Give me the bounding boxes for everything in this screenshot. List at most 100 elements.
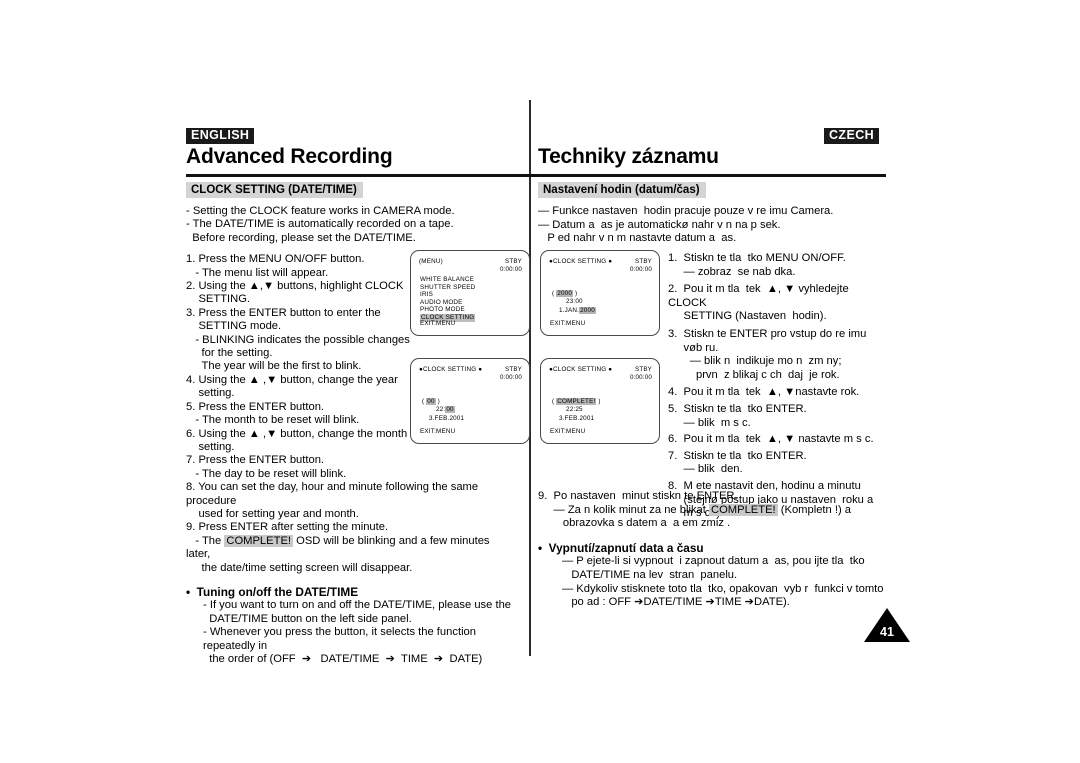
czech-step: 1. Stiskn te tla tko MENU ON/OFF.: [668, 252, 846, 264]
lcd-clock-row-field: ( 00 ): [422, 397, 464, 406]
czech-step: SETTING (Nastaven hodin).: [668, 310, 827, 323]
czech-bullet-line: — P ejete-li si vypnout i zapnout datum …: [562, 555, 865, 568]
lcd-clock-minute: 00: [445, 406, 455, 414]
english-section-heading: CLOCK SETTING (DATE/TIME): [186, 182, 363, 198]
lcd-clock-date-prefix: 1.JAN.: [559, 306, 580, 314]
lcd-menu-item[interactable]: SHUTTER SPEED: [420, 284, 475, 292]
czech-steps: 1. Stiskn te tla tko MENU ON/OFF. — zobr…: [668, 252, 884, 521]
lcd-clock-row-time: 23:00: [566, 298, 583, 306]
lcd-clock-blink-value: 00: [426, 397, 436, 405]
lcd-clock-row-time: 22:00: [422, 406, 464, 414]
czech-step: — blik den.: [668, 463, 743, 476]
lcd-clock-topbar: ●CLOCK SETTING ● STBY 0:00:00: [419, 366, 522, 384]
english-line: 7. Press the ENTER button.: [186, 454, 325, 467]
english-line: - The DATE/TIME is automatically recorde…: [186, 218, 454, 231]
lcd-clock-values: ( COMPLETE! ) 22:25 3.FEB.2001: [552, 397, 601, 423]
lcd-clock-year: 2000: [579, 306, 596, 314]
lcd-clock-row-date: 3.FEB.2001: [559, 414, 595, 422]
header-rule: [186, 174, 886, 177]
manual-page: ENGLISH CZECH Advanced Recording Technik…: [0, 0, 1080, 763]
language-tag-czech: CZECH: [824, 128, 880, 144]
lcd-exit-label: EXIT:MENU: [550, 427, 586, 435]
english-bullet-line: DATE/TIME button on the left side panel.: [203, 612, 412, 625]
czech-step: 4. Pou it m tla tek ▲, ▼nastavte rok.: [668, 386, 860, 399]
czech-step: vøb ru.: [668, 341, 719, 354]
lcd-menu-items: WHITE BALANCE SHUTTER SPEED IRIS AUDIO M…: [420, 276, 476, 322]
english-bullet-line: - If you want to turn on and off the DAT…: [203, 599, 512, 612]
lcd-clock-topbar: ●CLOCK SETTING ● STBY 0:00:00: [549, 366, 652, 384]
lcd-timecode: 0:00:00: [629, 265, 652, 273]
english-line: 8. You can set the day, hour and minute …: [186, 481, 482, 507]
lcd-clock-row-date: 3.FEB.2001: [429, 414, 465, 422]
czech-step: prvn z blikaj c ch daj je rok.: [668, 368, 840, 381]
czech-line: obrazovka s datem a a em zmiz .: [538, 517, 731, 530]
paren-close: ): [435, 397, 440, 405]
complete-prefix: — Za n kolik minut za ne blikat: [538, 503, 709, 516]
czech-bullet-heading: • Vypnutí/zapnutí data a času: [538, 540, 704, 555]
lcd-menu-item[interactable]: IRIS: [420, 291, 475, 299]
lcd-clock-setting-screen-cz-bottom: ●CLOCK SETTING ● STBY 0:00:00 ( COMPLETE…: [540, 358, 660, 444]
lcd-clock-hour: 22:: [436, 406, 446, 414]
lcd-exit-label: EXIT:MENU: [420, 427, 456, 435]
czech-step: 9. Po nastaven minut stiskn te ENTER.: [538, 490, 738, 502]
czech-line: — Datum a as je automatickø nahr v n na …: [538, 218, 781, 231]
english-line: - Setting the CLOCK feature works in CAM…: [186, 205, 455, 217]
paren-close: ): [596, 397, 601, 405]
lcd-clock-blink-value: 2000: [556, 289, 574, 297]
english-bullet-line: the order of (OFF ➔ DATE/TIME ➔ TIME ➔ D…: [203, 653, 483, 665]
lcd-timecode: 0:00:00: [499, 265, 522, 273]
czech-step: — blik n indikuje mo n zm ny;: [668, 355, 842, 368]
lcd-clock-topbar: ●CLOCK SETTING ● STBY 0:00:00: [549, 258, 652, 276]
czech-step: 5. Stiskn te tla tko ENTER.: [668, 402, 807, 415]
english-line: Before recording, please set the DATE/TI…: [186, 231, 416, 244]
lcd-clock-title: ●CLOCK SETTING ●: [419, 366, 483, 373]
lcd-clock-values: ( 00 ) 22:00 3.FEB.2001: [422, 397, 465, 423]
lcd-menu-item[interactable]: WHITE BALANCE: [420, 276, 475, 284]
lcd-clock-row-field: ( COMPLETE! ): [552, 397, 601, 406]
page-number: 41: [880, 625, 894, 639]
english-line: used for setting year and month.: [186, 507, 359, 520]
lcd-menu-item[interactable]: AUDIO MODE: [420, 299, 475, 307]
czech-intro: — Funkce nastaven hodin pracuje pouze v …: [538, 205, 884, 246]
lcd-clock-row-field: ( 2000 ): [552, 289, 596, 298]
czech-step: 3. Stiskn te ENTER pro vstup do re imu: [668, 327, 867, 340]
czech-line: — Funkce nastaven hodin pracuje pouze v …: [538, 205, 834, 217]
language-tag-english: ENGLISH: [186, 128, 255, 144]
czech-bullet-line: — Kdykoliv stisknete toto tla tko, opako…: [562, 582, 884, 595]
lcd-exit-label: EXIT:MENU: [550, 319, 586, 327]
czech-bullet-line: po ad : OFF ➔DATE/TIME ➔TIME ➔DATE).: [562, 596, 790, 609]
czech-step: — blik m s c.: [668, 416, 751, 429]
lcd-menu-item[interactable]: PHOTO MODE: [420, 306, 475, 314]
english-line: the date/time setting screen will disapp…: [186, 561, 413, 574]
czech-step: 7. Stiskn te tla tko ENTER.: [668, 449, 807, 462]
english-line: 9. Press ENTER after setting the minute.: [186, 521, 389, 534]
lcd-clock-setting-screen-cz-top: ●CLOCK SETTING ● STBY 0:00:00 ( 2000 ) 2…: [540, 250, 660, 336]
czech-step: 6. Pou it m tla tek ▲, ▼ nastavte m s c.: [668, 433, 874, 446]
lcd-menu-topbar: (MENU) STBY 0:00:00: [419, 258, 522, 276]
page-title-czech: Techniky záznamu: [538, 145, 719, 168]
lcd-timecode: 0:00:00: [499, 373, 522, 381]
lcd-menu-screen: (MENU) STBY 0:00:00 WHITE BALANCE SHUTTE…: [410, 250, 530, 336]
english-bullet-line: - Whenever you press the button, it sele…: [203, 626, 480, 652]
lcd-clock-title: ●CLOCK SETTING ●: [549, 258, 613, 265]
lcd-timecode: 0:00:00: [629, 373, 652, 381]
paren-close: ): [573, 289, 578, 297]
czech-section-heading: Nastavení hodin (datum/čas): [538, 182, 706, 198]
lcd-clock-values: ( 2000 ) 23:00 1.JAN.2000: [552, 289, 596, 315]
lcd-exit-label: EXIT:MENU: [420, 319, 456, 327]
english-line: - The day to be reset will blink.: [186, 467, 347, 480]
czech-bullet-line: DATE/TIME na lev stran panelu.: [562, 568, 738, 581]
czech-tail: 9. Po nastaven minut stiskn te ENTER. — …: [538, 490, 884, 610]
czech-column: Nastavení hodin (datum/čas) — Funkce nas…: [538, 182, 884, 246]
complete-prefix: - The: [186, 534, 225, 547]
lcd-clock-title: ●CLOCK SETTING ●: [549, 366, 613, 373]
page-header: ENGLISH CZECH Advanced Recording Technik…: [186, 128, 886, 174]
page-number-marker: 41: [864, 608, 910, 642]
complete-badge: COMPLETE!: [709, 503, 778, 516]
czech-line: P ed nahr v n m nastavte datum a as.: [538, 232, 737, 245]
czech-complete-line: — Za n kolik minut za ne blikat COMPLETE…: [538, 503, 884, 518]
lcd-clock-row-time: 22:25: [566, 406, 583, 414]
complete-suffix: (Kompletn !) a: [777, 503, 852, 516]
english-bullet-heading: • Tuning on/off the DATE/TIME: [186, 584, 359, 599]
lcd-clock-row-date: 1.JAN.2000: [552, 306, 596, 315]
